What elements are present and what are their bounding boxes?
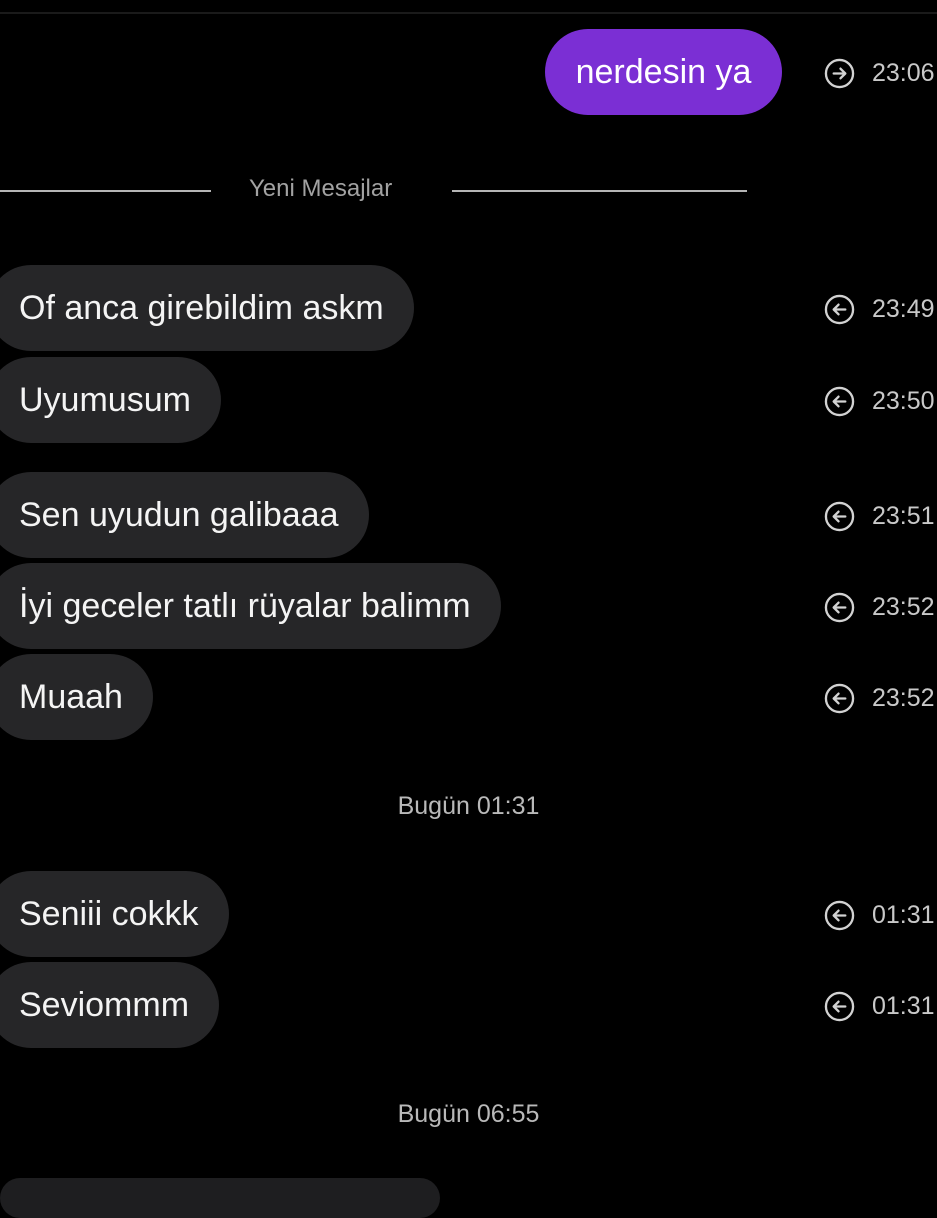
top-divider [0,12,937,14]
outgoing-message-bubble[interactable]: nerdesin ya [545,29,782,115]
message-timestamp: 23:49 [824,292,935,326]
received-arrow-icon [824,991,855,1021]
time-label: 23:52 [872,683,935,712]
message-timestamp: 01:31 [824,898,935,932]
time-label: 01:31 [872,900,935,929]
sent-arrow-icon [824,58,855,88]
incoming-message-bubble[interactable]: Sen uyudun galibaaa [0,472,369,558]
message-timestamp: 01:31 [824,989,935,1023]
date-separator: Bugün 01:31 [397,792,540,820]
received-arrow-icon [824,900,855,930]
time-label: 23:51 [872,501,935,530]
time-label: 23:49 [872,294,935,323]
new-messages-divider-right [452,190,747,192]
incoming-message-bubble[interactable]: Muaah [0,654,153,740]
new-messages-divider-left [0,190,211,192]
incoming-message-bubble-partial[interactable] [0,1178,440,1218]
time-label: 23:52 [872,592,935,621]
received-arrow-icon [824,683,855,713]
time-label: 23:06 [872,58,935,87]
incoming-message-bubble[interactable]: Uyumusum [0,357,221,443]
message-timestamp: 23:52 [824,590,935,624]
received-arrow-icon [824,386,855,416]
received-arrow-icon [824,501,855,531]
incoming-message-bubble[interactable]: Of anca girebildim askm [0,265,414,351]
message-timestamp: 23:51 [824,499,935,533]
incoming-message-bubble[interactable]: Seniii cokkk [0,871,229,957]
date-separator: Bugün 06:55 [397,1100,540,1128]
message-timestamp: 23:06 [824,56,935,90]
time-label: 01:31 [872,991,935,1020]
message-timestamp: 23:50 [824,384,935,418]
incoming-message-bubble[interactable]: Seviommm [0,962,220,1048]
received-arrow-icon [824,592,855,622]
new-messages-label: Yeni Mesajlar [249,175,393,202]
incoming-message-bubble[interactable]: İyi geceler tatlı rüyalar balimm [0,563,501,649]
time-label: 23:50 [872,386,935,415]
message-timestamp: 23:52 [824,681,935,715]
received-arrow-icon [824,294,855,324]
